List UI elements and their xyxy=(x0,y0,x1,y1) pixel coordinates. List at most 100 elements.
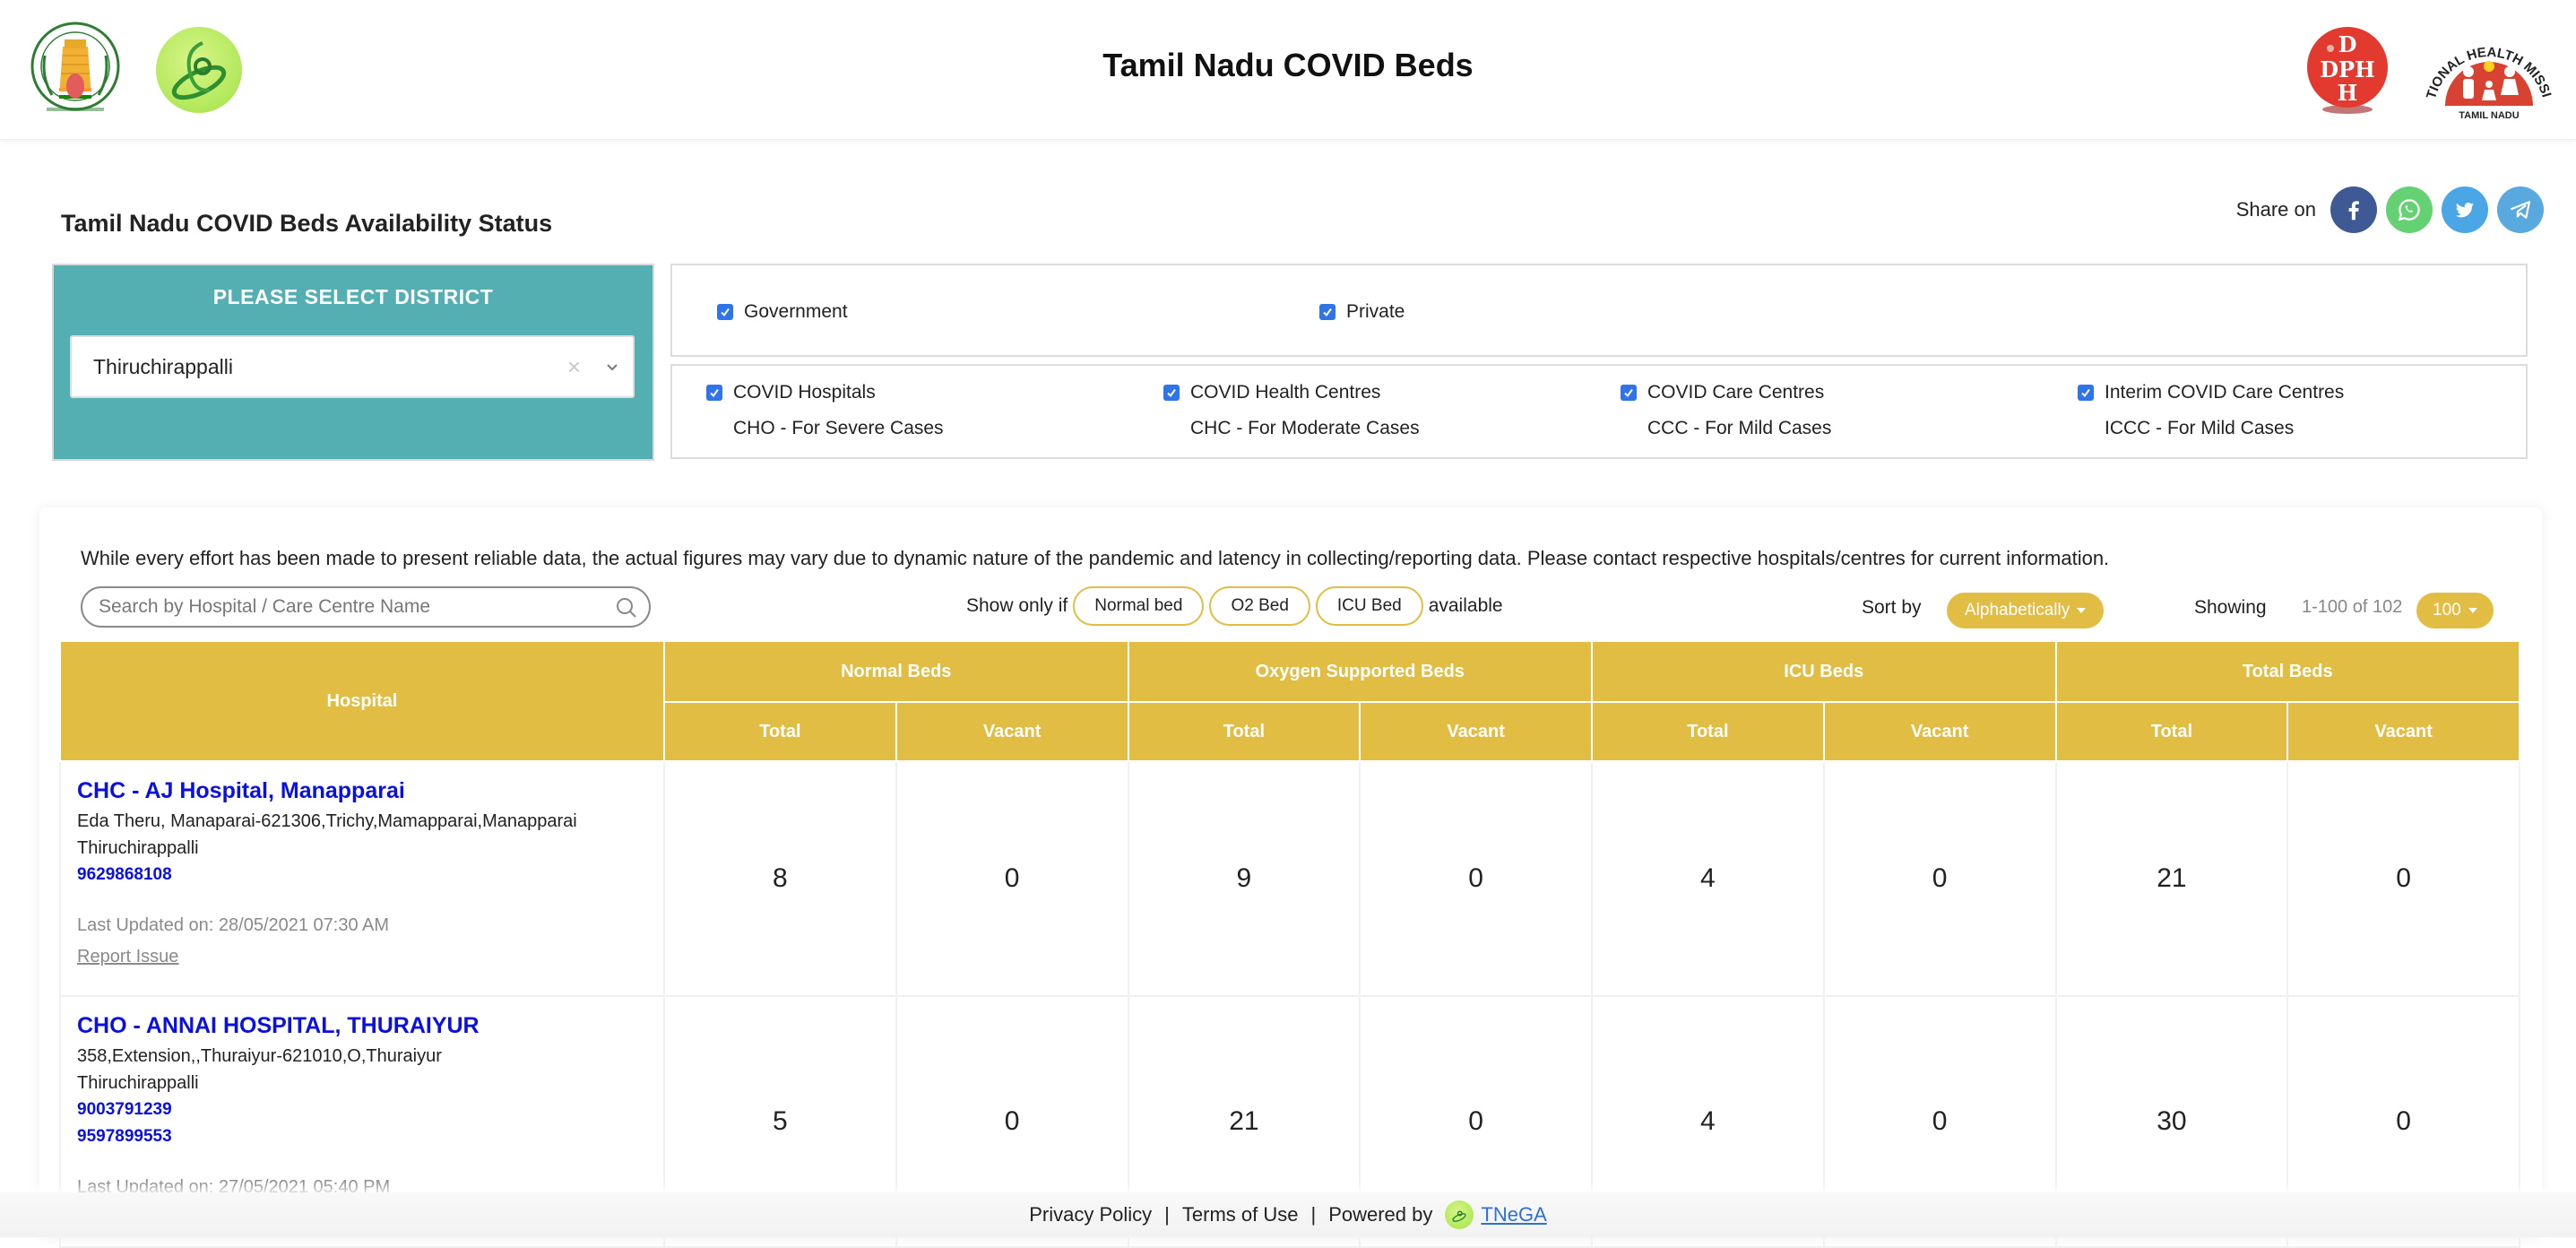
telegram-icon xyxy=(2510,201,2531,219)
privacy-policy-link[interactable]: Privacy Policy xyxy=(1029,1203,1152,1226)
hospital-search-box[interactable] xyxy=(81,586,651,628)
svg-text:D: D xyxy=(2338,31,2357,57)
dph-logo[interactable]: D DPH H xyxy=(2305,25,2390,115)
normal-total-header[interactable]: Total xyxy=(663,701,897,762)
private-checkbox[interactable]: Private xyxy=(1319,301,1405,323)
covid-hospitals-description: CHO - For Severe Cases xyxy=(733,418,944,438)
hospital-column-header[interactable]: Hospital xyxy=(59,640,665,762)
checkbox-checked-icon[interactable] xyxy=(2078,385,2094,401)
covid-care-centres-description: CCC - For Mild Cases xyxy=(1647,418,1832,438)
last-updated: Last Updated on: 28/05/2021 07:30 AM xyxy=(77,915,390,935)
site-header: Tamil Nadu COVID Beds D DPH H NATIONAL H… xyxy=(0,0,2576,140)
hospital-address: Eda Theru, Manaparai-621306,Trichy,Mamap… xyxy=(77,811,577,831)
interim-covid-care-centres-description: ICCC - For Mild Cases xyxy=(2105,418,2295,438)
covid-care-centres-checkbox[interactable]: COVID Care Centres xyxy=(1621,382,1824,403)
show-only-prefix: Show only if xyxy=(966,595,1068,616)
covid-care-centres-label: COVID Care Centres xyxy=(1647,382,1825,403)
sort-label: Sort by xyxy=(1862,597,1922,618)
checkbox-checked-icon[interactable] xyxy=(1319,304,1336,320)
twitter-icon xyxy=(2456,203,2474,218)
twitter-share-button[interactable] xyxy=(2442,186,2488,233)
checkbox-checked-icon[interactable] xyxy=(1621,385,1637,401)
page-subtitle: Tamil Nadu COVID Beds Availability Statu… xyxy=(61,210,553,237)
icu-vacant-header[interactable]: Vacant xyxy=(1822,701,2057,762)
covid-health-centres-checkbox[interactable]: COVID Health Centres xyxy=(1163,382,1380,403)
caret-down-icon xyxy=(2077,608,2087,613)
facebook-share-button[interactable] xyxy=(2330,186,2377,233)
whatsapp-share-button[interactable] xyxy=(2386,186,2433,233)
icu-total-header[interactable]: Total xyxy=(1591,701,1825,762)
caret-down-icon xyxy=(2468,608,2477,613)
hospital-name-link[interactable]: CHC - AJ Hospital, Manapparai xyxy=(77,778,647,804)
normal-beds-header: Normal Beds xyxy=(663,640,1129,703)
normal-vacant-header[interactable]: Vacant xyxy=(895,701,1129,762)
hospital-phone-link[interactable]: 9597899553 xyxy=(77,1123,647,1150)
svg-text:TAMIL NADU: TAMIL NADU xyxy=(2459,110,2519,121)
district-selector-panel: PLEASE SELECT DISTRICT Thiruchirappalli … xyxy=(52,264,654,461)
o2-bed-filter-button[interactable]: O2 Bed xyxy=(1209,586,1310,626)
checkbox-checked-icon[interactable] xyxy=(706,385,722,401)
total-total-cell: 21 xyxy=(2054,760,2289,997)
icu-beds-header: ICU Beds xyxy=(1591,640,2057,703)
sort-dropdown[interactable]: Alphabetically xyxy=(1947,593,2105,628)
national-health-mission-logo[interactable]: NATIONAL HEALTH MISSION TAMIL NADU xyxy=(2422,16,2556,122)
district-select[interactable]: Thiruchirappalli × xyxy=(70,335,635,398)
hospital-name-link[interactable]: CHO - ANNAI HOSPITAL, THURAIYUR xyxy=(77,1013,647,1039)
site-footer: Privacy Policy | Terms of Use | Powered … xyxy=(0,1192,2576,1237)
total-beds-header: Total Beds xyxy=(2054,640,2520,703)
interim-covid-care-centres-checkbox[interactable]: Interim COVID Care Centres xyxy=(2078,382,2344,403)
report-issue-link[interactable]: Report Issue xyxy=(77,947,178,967)
showing-label: Showing xyxy=(2194,597,2267,618)
data-disclaimer: While every effort has been made to pres… xyxy=(81,547,2110,569)
tnega-link[interactable]: TNeGA xyxy=(1481,1203,1546,1226)
share-bar: Share on xyxy=(2236,186,2544,233)
total-vacant-cell: 0 xyxy=(2286,760,2520,997)
bed-availability-filter: Show only if Normal bed O2 Bed ICU Bed a… xyxy=(966,586,1503,626)
total-vacant-header[interactable]: Vacant xyxy=(2286,701,2520,762)
sort-value: Alphabetically xyxy=(1965,601,2070,620)
checkbox-checked-icon[interactable] xyxy=(717,304,733,320)
facebook-icon xyxy=(2348,201,2359,221)
powered-by-label: Powered by xyxy=(1328,1203,1433,1226)
oxygen-total-header[interactable]: Total xyxy=(1127,701,1361,762)
showing-range: 1-100 of 102 xyxy=(2302,597,2403,617)
clear-icon[interactable]: × xyxy=(567,353,581,381)
hospital-cell: CHC - AJ Hospital, Manapparai Eda Theru,… xyxy=(59,760,665,997)
per-page-dropdown[interactable]: 100 xyxy=(2416,593,2494,628)
normal-bed-filter-button[interactable]: Normal bed xyxy=(1073,586,1205,626)
icu-bed-filter-button[interactable]: ICU Bed xyxy=(1315,586,1423,626)
checkbox-checked-icon[interactable] xyxy=(1163,385,1180,401)
government-label: Government xyxy=(744,301,848,322)
svg-text:DPH: DPH xyxy=(2320,56,2375,82)
whatsapp-icon xyxy=(2398,199,2420,221)
ownership-filter-panel: Government Private xyxy=(670,264,2528,357)
chevron-down-icon[interactable] xyxy=(604,359,620,375)
covid-hospitals-label: COVID Hospitals xyxy=(733,382,876,403)
oxygen-total-cell: 9 xyxy=(1127,760,1361,997)
icu-vacant-cell: 0 xyxy=(1822,760,2057,997)
hospital-district: Thiruchirappalli xyxy=(77,838,199,858)
hospital-phone-link[interactable]: 9003791239 xyxy=(77,1096,647,1123)
search-icon[interactable] xyxy=(615,596,638,620)
total-total-header[interactable]: Total xyxy=(2054,701,2289,762)
oxygen-vacant-header[interactable]: Vacant xyxy=(1359,701,1593,762)
hospital-phone-link[interactable]: 9629868108 xyxy=(77,862,647,888)
site-title: Tamil Nadu COVID Beds xyxy=(1102,47,1474,83)
normal-total-cell: 8 xyxy=(663,760,897,997)
footer-separator: | xyxy=(1310,1203,1317,1226)
oxygen-beds-header: Oxygen Supported Beds xyxy=(1127,640,1593,703)
hospital-address: 358,Extension,,Thuraiyur-621010,O,Thurai… xyxy=(77,1046,442,1066)
svg-text:H: H xyxy=(2338,80,2358,106)
terms-of-use-link[interactable]: Terms of Use xyxy=(1182,1203,1299,1226)
government-checkbox[interactable]: Government xyxy=(717,301,848,323)
normal-vacant-cell: 0 xyxy=(895,760,1129,997)
covid-hospitals-checkbox[interactable]: COVID Hospitals xyxy=(706,382,876,403)
oxygen-vacant-cell: 0 xyxy=(1359,760,1593,997)
covid-health-centres-label: COVID Health Centres xyxy=(1190,382,1381,403)
district-selected-value: Thiruchirappalli xyxy=(93,354,233,378)
interim-covid-care-centres-label: Interim COVID Care Centres xyxy=(2105,382,2345,403)
telegram-share-button[interactable] xyxy=(2497,186,2544,233)
private-label: Private xyxy=(1346,301,1405,322)
beds-table: Hospital Normal Beds Oxygen Supported Be… xyxy=(59,640,2520,1248)
hospital-search-input[interactable] xyxy=(99,596,601,618)
